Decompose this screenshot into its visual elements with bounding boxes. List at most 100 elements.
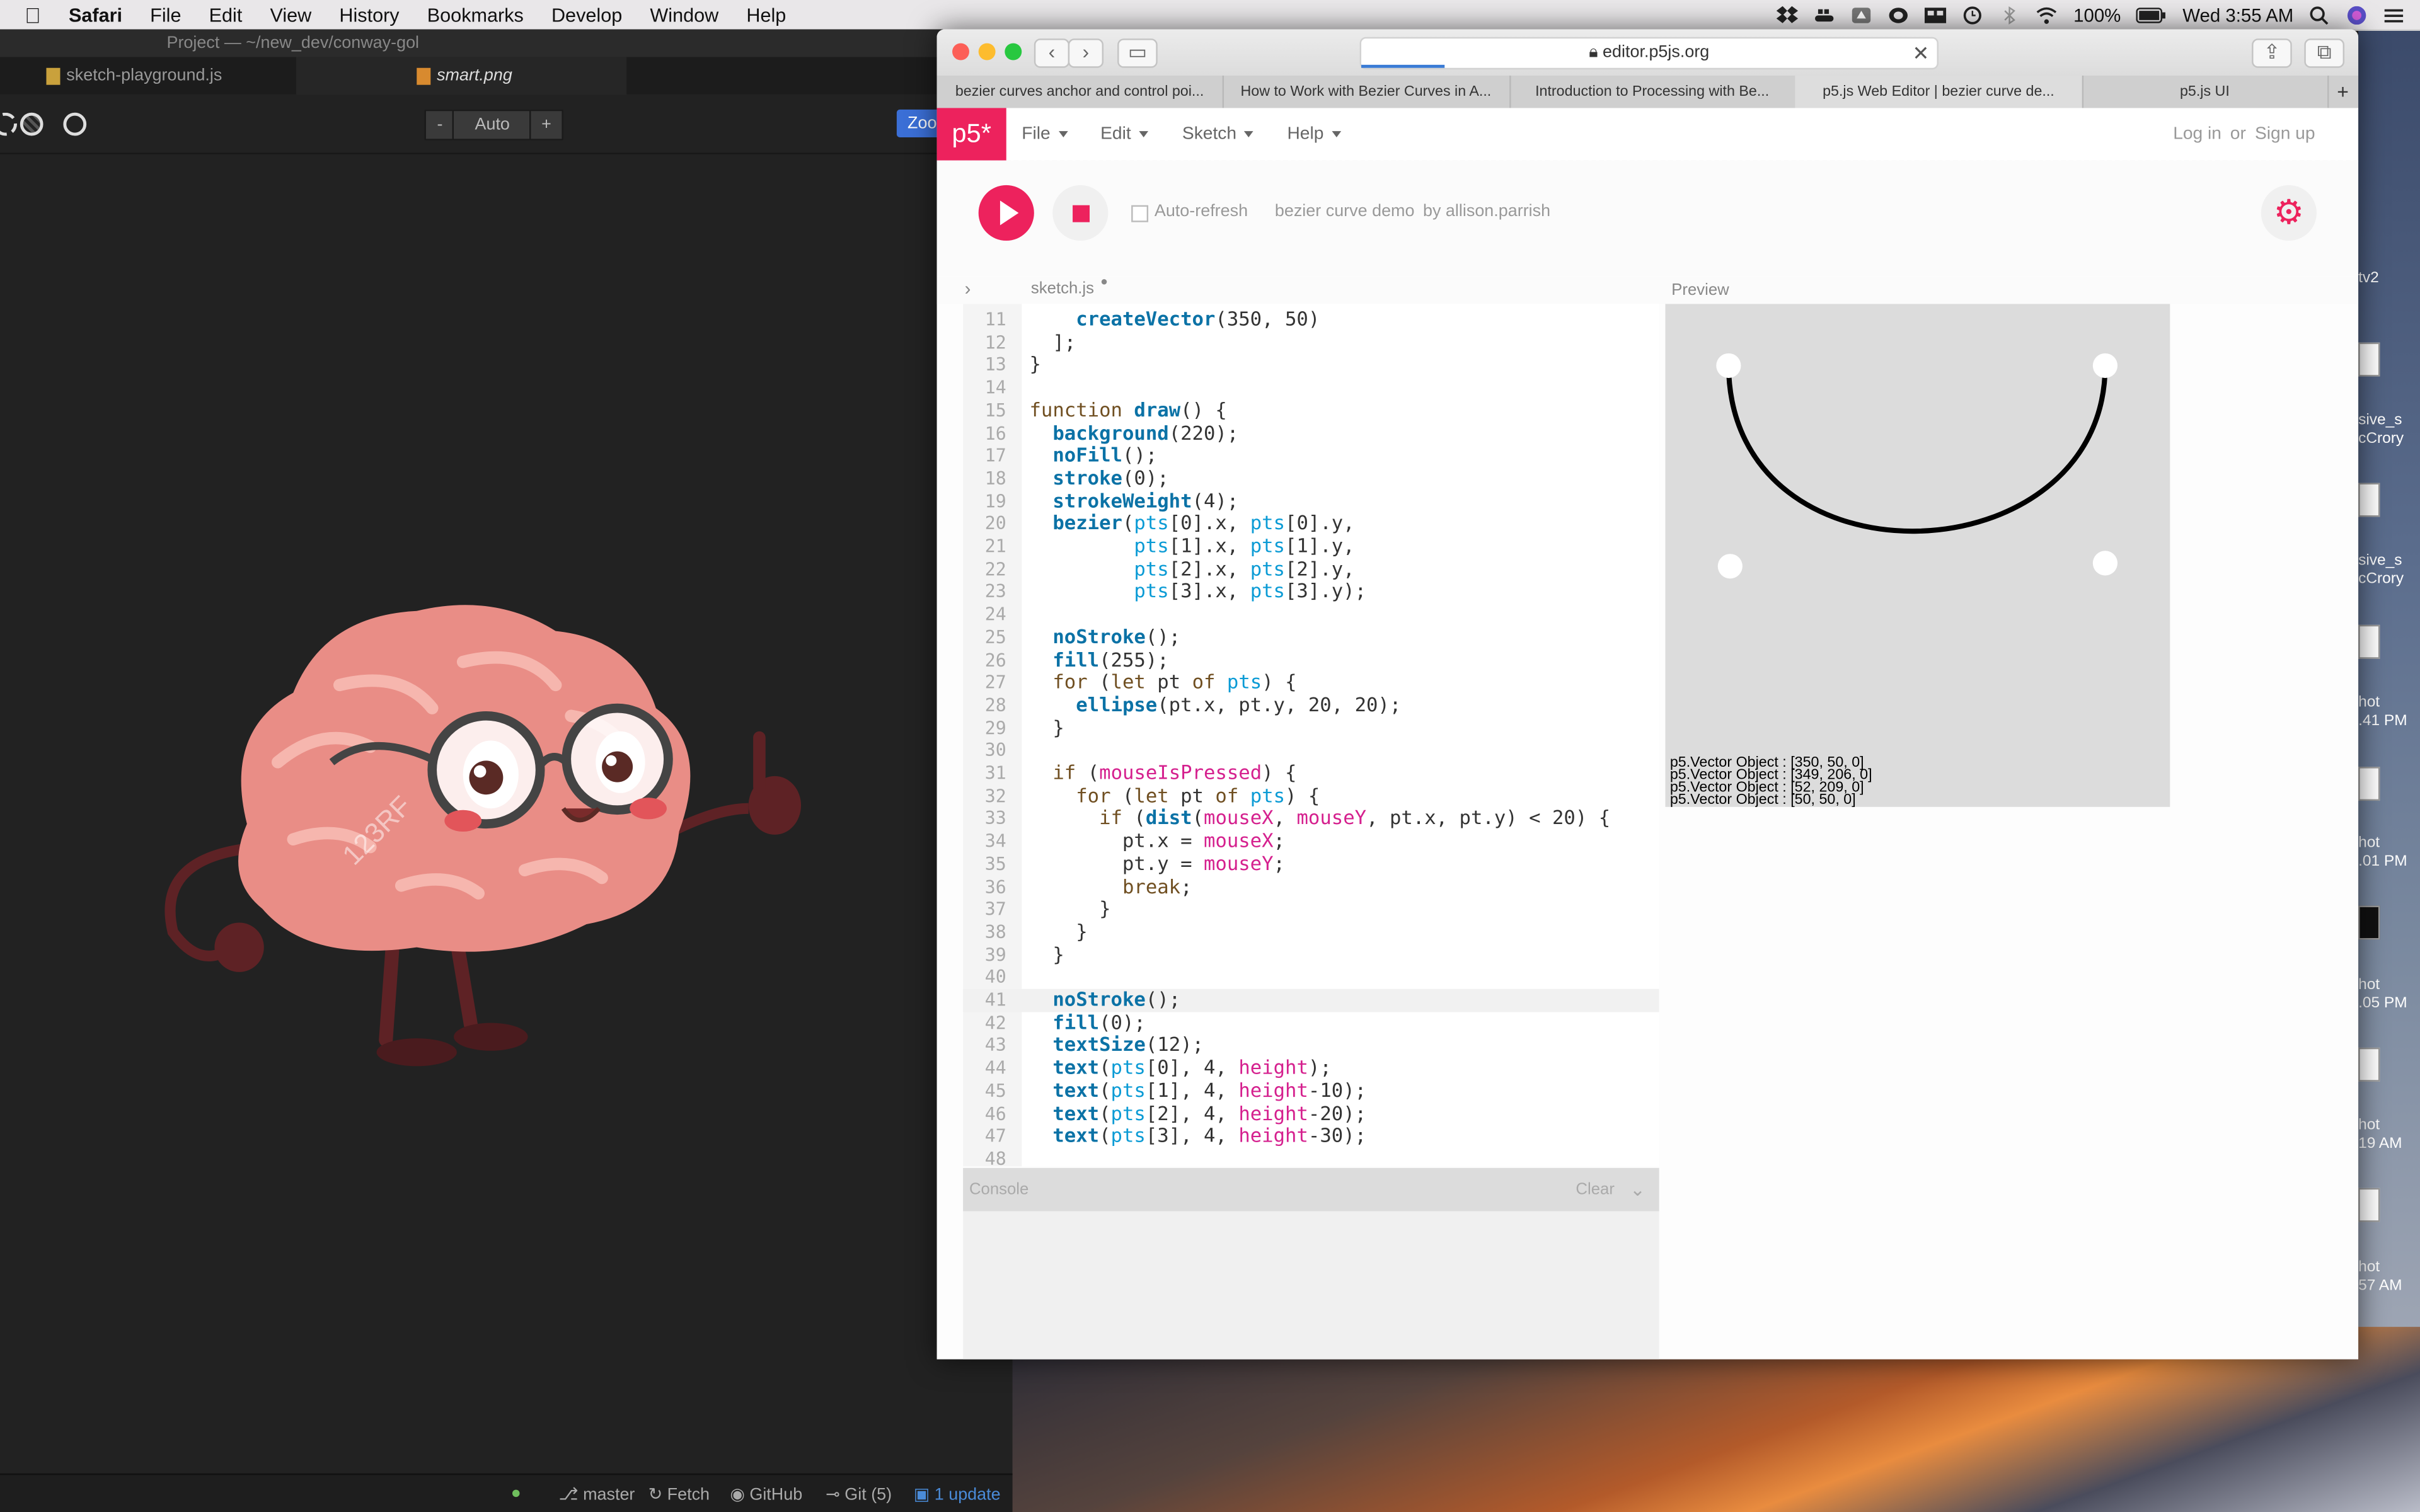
auto-refresh-checkbox[interactable] [1131, 205, 1149, 222]
code-line[interactable]: 47 text(pts[3], 4, height-30); [963, 1124, 1659, 1148]
git-icon[interactable]: ⊸ Git (5) [826, 1484, 892, 1504]
menu-help[interactable]: Help [746, 4, 786, 25]
code-line[interactable]: 45 text(pts[1], 4, height-10); [963, 1079, 1659, 1102]
spotlight-icon[interactable] [2309, 6, 2331, 25]
code-line[interactable]: 15 function draw() { [963, 398, 1659, 422]
code-line[interactable]: 28 ellipse(pt.x, pt.y, 20, 20); [963, 693, 1659, 717]
code-line[interactable]: 11 createVector(350, 50) [963, 307, 1659, 331]
code-line[interactable]: 21 pts[1].x, pts[1].y, [963, 534, 1659, 558]
desktop-file-icon[interactable] [2358, 767, 2380, 801]
clear-console-button[interactable]: Clear [1576, 1168, 1614, 1211]
desktop-icon-label[interactable]: tv2 [2358, 270, 2420, 289]
share-icon[interactable]: ⇪ [2252, 38, 2292, 68]
code-line[interactable]: 41 noStroke(); [963, 988, 1659, 1012]
p5-logo[interactable]: p5* [936, 108, 1006, 161]
desktop-file-icon[interactable] [2358, 624, 2380, 659]
code-line[interactable]: 33 if (dist(mouseX, mouseY, pt.x, pt.y) … [963, 806, 1659, 830]
code-line[interactable]: 36 break; [963, 874, 1659, 898]
transparent-bg-toggle[interactable] [0, 112, 17, 136]
drive-icon[interactable] [1851, 6, 1872, 24]
desktop-icon-label[interactable]: sive_s cCrory [2358, 553, 2420, 590]
desktop-file-icon[interactable] [2358, 1047, 2380, 1082]
docker-icon[interactable] [1814, 6, 1836, 24]
code-line[interactable]: 18 stroke(0); [963, 466, 1659, 490]
zoom-auto-button[interactable]: Auto [452, 109, 533, 140]
tab-overview-icon[interactable]: ⧉ [2304, 38, 2345, 68]
login-link[interactable]: Log in [2173, 108, 2221, 160]
desktop-file-icon[interactable] [2358, 483, 2380, 517]
browser-tab[interactable]: bezier curves anchor and control poi... [937, 76, 1224, 108]
sidebar-icon[interactable]: ▭ [1117, 38, 1158, 68]
code-line[interactable]: 40 [963, 966, 1659, 989]
file-name[interactable]: sketch.js [1031, 279, 1094, 297]
desktop-icon-label[interactable]: hot .05 PM [2358, 976, 2420, 1014]
time-machine-icon[interactable] [1962, 6, 1984, 24]
siri-icon[interactable] [2346, 5, 2367, 24]
fetch-icon[interactable]: ↻ Fetch [648, 1484, 710, 1504]
menu-view[interactable]: View [270, 4, 311, 25]
browser-tab[interactable]: How to Work with Bezier Curves in A... [1223, 76, 1511, 108]
code-line[interactable]: 14 [963, 377, 1659, 399]
new-tab-icon[interactable]: + [2327, 76, 2359, 108]
code-line[interactable]: 46 text(pts[2], 4, height-20); [963, 1101, 1659, 1125]
desktop-icon-label[interactable]: hot .41 PM [2358, 694, 2420, 731]
menu-app-name[interactable]: Safari [69, 4, 122, 25]
dropbox-icon[interactable] [1777, 5, 1799, 24]
desktop-file-icon[interactable] [2358, 1188, 2380, 1222]
code-line[interactable]: 39 } [963, 942, 1659, 966]
zoom-out-button[interactable]: - [424, 109, 456, 140]
back-icon[interactable]: ‹ [1034, 38, 1070, 68]
code-line[interactable]: 38 } [963, 920, 1659, 944]
branch-icon[interactable]: ⎇ master [559, 1484, 635, 1504]
code-line[interactable]: 13} [963, 353, 1659, 377]
close-window-icon[interactable] [952, 43, 969, 60]
menu-history[interactable]: History [339, 4, 399, 25]
code-line[interactable]: 17 noFill(); [963, 444, 1659, 467]
code-line[interactable]: 20 bezier(pts[0].x, pts[0].y, [963, 512, 1659, 536]
chevron-right-icon[interactable]: › [965, 278, 971, 299]
p5-menu-help[interactable]: Help [1287, 108, 1341, 160]
tab-sketch-playground[interactable]: sketch-playground.js [0, 57, 298, 94]
menu-develop[interactable]: Develop [551, 4, 622, 25]
code-line[interactable]: 43 textSize(12); [963, 1033, 1659, 1057]
desktop-file-icon[interactable] [2358, 905, 2380, 940]
dark-bg-toggle[interactable] [63, 112, 87, 136]
battery-icon[interactable] [2136, 6, 2167, 24]
forward-icon[interactable]: › [1068, 38, 1104, 68]
code-line[interactable]: 31 if (mouseIsPressed) { [963, 761, 1659, 785]
apple-icon[interactable]:  [25, 3, 41, 27]
code-line[interactable]: 23 pts[3].x, pts[3].y); [963, 580, 1659, 604]
menu-file[interactable]: File [150, 4, 181, 25]
code-line[interactable]: 12 ]; [963, 330, 1659, 354]
menu-bookmarks[interactable]: Bookmarks [427, 4, 524, 25]
zoom-to-fit-button[interactable]: Zoom to fit [896, 109, 940, 137]
play-icon[interactable] [978, 185, 1034, 241]
code-line[interactable]: 25 noStroke(); [963, 625, 1659, 649]
checker-bg-toggle[interactable] [20, 112, 43, 136]
code-line[interactable]: 34 pt.x = mouseX; [963, 829, 1659, 853]
code-line[interactable]: 42 fill(0); [963, 1011, 1659, 1034]
grid-app-icon[interactable] [1925, 6, 1947, 24]
p5-menu-file[interactable]: File [1022, 108, 1068, 160]
minimize-window-icon[interactable] [978, 43, 996, 60]
zoom-window-icon[interactable] [1005, 43, 1022, 60]
desktop-icon-label[interactable]: hot 57 AM [2358, 1259, 2420, 1296]
code-line[interactable]: 16 background(220); [963, 421, 1659, 445]
address-bar[interactable]: 🔒︎ editor.p5js.org ✕ [1359, 37, 1939, 70]
clock[interactable]: Wed 3:55 AM [2182, 4, 2293, 25]
browser-tab[interactable]: p5.js UI [2082, 76, 2329, 108]
code-line[interactable]: 48 [963, 1148, 1659, 1167]
browser-tab[interactable]: Introduction to Processing with Be... [1509, 76, 1797, 108]
stop-loading-icon[interactable]: ✕ [1913, 38, 1930, 68]
bluetooth-icon[interactable] [2000, 5, 2021, 24]
chevron-down-icon[interactable]: ⌄ [1630, 1168, 1645, 1211]
stop-icon[interactable] [1052, 185, 1109, 241]
wifi-icon[interactable] [2036, 6, 2058, 24]
zoom-in-button[interactable]: + [529, 109, 563, 140]
desktop-icon-label[interactable]: hot .01 PM [2358, 835, 2420, 872]
browser-tab-active[interactable]: p5.js Web Editor | bezier curve de... [1795, 76, 2084, 108]
code-editor[interactable]: 11 createVector(350, 50) 12 ]; 13} 14 15 func… [963, 304, 1659, 1167]
github-icon[interactable]: ◉ GitHub [730, 1484, 802, 1504]
update-icon[interactable]: ▣ 1 update [914, 1484, 1001, 1504]
notification-center-icon[interactable] [2383, 6, 2404, 24]
